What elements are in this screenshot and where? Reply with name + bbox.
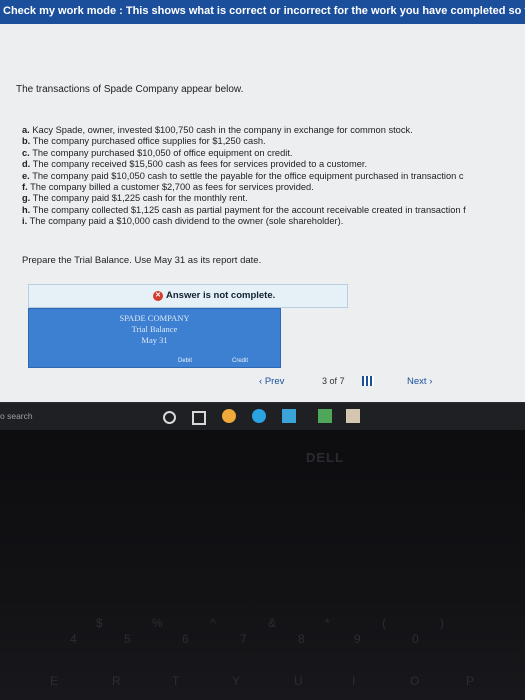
key: 7	[240, 632, 247, 646]
key: &	[268, 616, 277, 630]
dell-logo: DELL	[306, 450, 344, 465]
list-item: d. The company received $15,500 cash as …	[22, 159, 368, 170]
check-mode-banner: Check my work mode : This shows what is …	[0, 0, 525, 24]
key: )	[440, 616, 444, 630]
transactions-list: a. Kacy Spade, owner, invested $100,750 …	[22, 125, 525, 228]
key: 6	[182, 632, 189, 646]
key: Y	[232, 674, 241, 688]
windows-taskbar: o search	[0, 402, 525, 431]
column-header-debit: Debit	[178, 358, 193, 364]
trial-balance-columns: Debit Credit	[28, 358, 279, 367]
prev-button[interactable]: ‹ Prev	[259, 376, 284, 387]
key: U	[294, 674, 303, 688]
list-item: i. The company paid a $10,000 cash divid…	[22, 216, 344, 227]
mail-icon[interactable]	[282, 409, 296, 423]
key: E	[50, 674, 59, 688]
next-button[interactable]: Next ›	[407, 376, 432, 387]
page-counter: 3 of 7	[322, 376, 345, 386]
list-item: e. The company paid $10,050 cash to sett…	[22, 170, 464, 181]
chevron-right-icon: ›	[429, 376, 433, 387]
key: 9	[354, 632, 361, 646]
answer-status: ✕ Answer is not complete.	[153, 290, 275, 301]
taskbar-search[interactable]: o search	[0, 411, 33, 421]
statement-date: May 31	[141, 335, 168, 345]
column-header-credit: Credit	[232, 358, 249, 364]
key: ^	[210, 616, 216, 630]
key: T	[172, 674, 180, 688]
browser-screen: Check my work mode : This shows what is …	[0, 0, 525, 402]
key: R	[112, 674, 121, 688]
list-item: c. The company purchased $10,050 of offi…	[22, 147, 293, 158]
key: 8	[298, 632, 305, 646]
key: O	[410, 674, 420, 688]
calculator-icon[interactable]	[346, 409, 360, 423]
key: P	[466, 674, 475, 688]
edge-icon[interactable]	[252, 409, 266, 423]
app-icon[interactable]	[222, 409, 236, 423]
company-name: SPADE COMPANY	[119, 313, 190, 323]
x-circle-icon: ✕	[153, 290, 163, 301]
key: (	[382, 616, 386, 630]
laptop-body: DELL $ % ^ & * ( ) 4 5 6 7 8 9 0 E R T Y…	[0, 430, 525, 700]
list-item: f. The company billed a customer $2,700 …	[22, 182, 314, 193]
problem-prompt: Prepare the Trial Balance. Use May 31 as…	[22, 255, 262, 266]
key: 0	[412, 632, 419, 646]
chevron-left-icon: ‹	[259, 376, 263, 387]
answer-status-box: ✕ Answer is not complete.	[28, 284, 348, 308]
list-item: a. Kacy Spade, owner, invested $100,750 …	[22, 125, 413, 135]
key: I	[352, 674, 356, 688]
photos-icon[interactable]	[318, 409, 332, 423]
list-item: b. The company purchased office supplies…	[22, 136, 266, 147]
key: %	[152, 616, 163, 630]
key: *	[325, 616, 330, 630]
list-item: g. The company paid $1,225 cash for the …	[22, 193, 248, 204]
key: $	[96, 616, 103, 630]
key: 4	[70, 632, 77, 646]
key: 5	[124, 632, 131, 646]
problem-intro: The transactions of Spade Company appear…	[16, 84, 244, 95]
answer-status-text: Answer is not complete.	[166, 290, 276, 301]
list-item: h. The company collected $1,125 cash as …	[22, 204, 466, 215]
statement-title: Trial Balance	[131, 324, 178, 334]
cortana-icon[interactable]	[163, 411, 176, 424]
task-view-icon[interactable]	[192, 411, 206, 425]
banner-text: Check my work mode : This shows what is …	[3, 5, 525, 17]
grid-icon[interactable]	[362, 376, 374, 386]
